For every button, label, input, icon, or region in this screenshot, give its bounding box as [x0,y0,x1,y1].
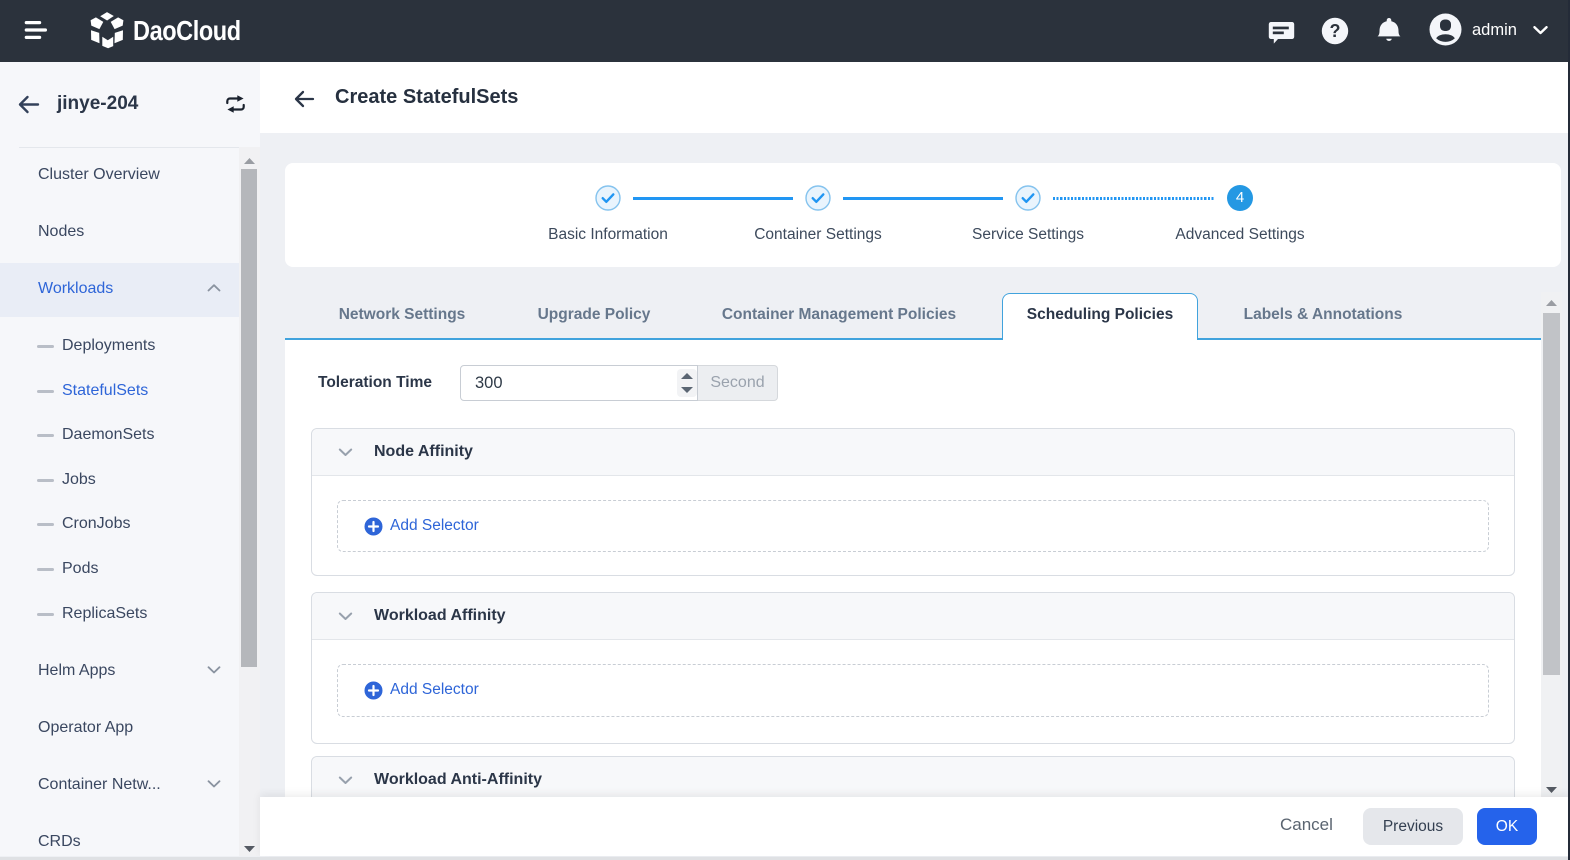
svg-text:?: ? [1330,21,1341,41]
